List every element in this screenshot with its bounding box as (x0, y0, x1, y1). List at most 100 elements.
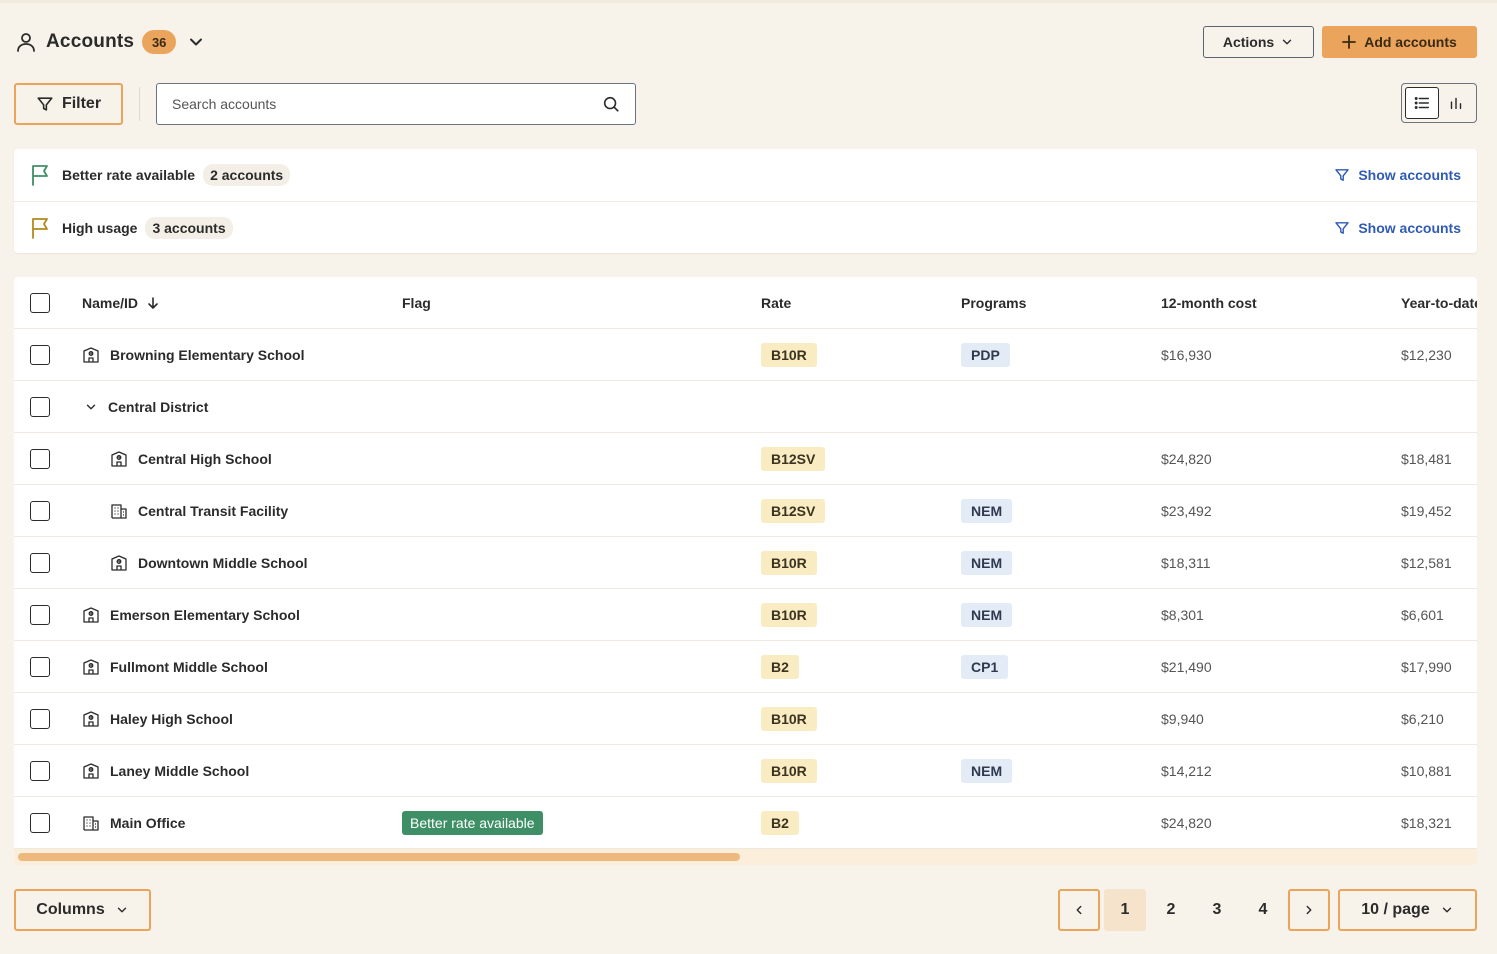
filter-label: Filter (61, 95, 102, 112)
name-cell[interactable]: Fullmont Middle School (82, 641, 268, 693)
cost-year-to-date: $6,601 (1401, 607, 1444, 623)
chevron-down-icon (1282, 39, 1292, 45)
name-cell[interactable]: Downtown Middle School (110, 537, 308, 589)
page-button[interactable]: 2 (1150, 889, 1192, 931)
name-cell[interactable]: Central District (82, 381, 208, 433)
cost-12-month: $24,820 (1161, 451, 1212, 467)
search-icon[interactable] (602, 95, 620, 113)
horizontal-scrollbar[interactable] (14, 849, 1477, 865)
rate-badge: B12SV (761, 447, 826, 471)
top-edge (0, 0, 1497, 3)
plus-icon (1342, 35, 1357, 49)
flag-row-high-usage: High usage 3 accounts Show accounts (14, 201, 1477, 253)
bar-chart-icon (1450, 97, 1462, 110)
row-checkbox[interactable] (30, 553, 50, 573)
name-cell[interactable]: Emerson Elementary School (82, 589, 300, 641)
table-row[interactable]: Laney Middle School B10R NEM $14,212 $10,881 (14, 745, 1477, 797)
name-cell[interactable]: Central High School (110, 433, 272, 485)
search-input[interactable] (172, 96, 602, 112)
per-page-label: 10 / page (1361, 901, 1430, 918)
list-view-button[interactable] (1405, 87, 1439, 119)
table-group-row[interactable]: Central District (14, 381, 1477, 433)
chevron-down-icon[interactable] (84, 400, 98, 414)
row-checkbox[interactable] (30, 397, 50, 417)
column-header-flag[interactable]: Flag (402, 277, 431, 329)
table-row[interactable]: Fullmont Middle School B2 CP1 $21,490 $17,99… (14, 641, 1477, 693)
show-accounts-link[interactable]: Show accounts (1334, 220, 1461, 236)
column-header-name[interactable]: Name/ID (82, 277, 160, 329)
name-cell[interactable]: Laney Middle School (82, 745, 249, 797)
row-select-cell (30, 589, 50, 641)
table-row[interactable]: Downtown Middle School B10R NEM $18,311 $12,… (14, 537, 1477, 589)
select-all-checkbox[interactable] (30, 293, 50, 313)
cost-12-month: $9,940 (1161, 711, 1204, 727)
account-name: Downtown Middle School (138, 555, 308, 571)
cost-12-month: $14,212 (1161, 763, 1212, 779)
filter-button[interactable]: Filter (14, 83, 123, 125)
school-icon (82, 710, 100, 728)
table-row[interactable]: Central High School B12SV $24,820 $18,481 (14, 433, 1477, 485)
column-header-programs[interactable]: Programs (961, 277, 1026, 329)
rate-cell: B2 (761, 797, 799, 849)
row-checkbox[interactable] (30, 813, 50, 833)
school-icon (82, 762, 100, 780)
column-header-year-to-date[interactable]: Year-to-date (1401, 277, 1477, 329)
search-box (156, 83, 636, 125)
cost-year-to-date: $12,230 (1401, 347, 1452, 363)
table-row[interactable]: Central Transit Facility B12SV NEM $23,492 $… (14, 485, 1477, 537)
page-button[interactable]: 1 (1104, 889, 1146, 931)
name-cell[interactable]: Central Transit Facility (110, 485, 288, 537)
row-checkbox[interactable] (30, 449, 50, 469)
row-checkbox[interactable] (30, 345, 50, 365)
column-header-rate[interactable]: Rate (761, 277, 791, 329)
row-checkbox[interactable] (30, 657, 50, 677)
cost-12-month: $21,490 (1161, 659, 1212, 675)
row-checkbox[interactable] (30, 709, 50, 729)
table-row[interactable]: Emerson Elementary School B10R NEM $8,301 $6… (14, 589, 1477, 641)
show-accounts-label: Show accounts (1358, 219, 1461, 236)
account-name: Main Office (110, 815, 186, 831)
per-page-select[interactable]: 10 / page (1338, 889, 1477, 931)
row-checkbox[interactable] (30, 501, 50, 521)
scrollbar-thumb[interactable] (18, 853, 740, 861)
name-cell[interactable]: Haley High School (82, 693, 233, 745)
programs-cell: NEM (961, 589, 1013, 641)
next-page-button[interactable] (1288, 889, 1330, 931)
show-accounts-link[interactable]: Show accounts (1334, 167, 1461, 183)
row-select-cell (30, 797, 50, 849)
cost-year-to-date: $12,581 (1401, 555, 1452, 571)
programs-cell: PDP (961, 329, 1010, 381)
row-select-cell (30, 641, 50, 693)
row-checkbox[interactable] (30, 761, 50, 781)
user-icon (17, 33, 35, 52)
actions-button-label: Actions (1222, 34, 1275, 50)
filter-icon (1335, 169, 1350, 181)
actions-button[interactable]: Actions (1203, 26, 1314, 58)
flag-row-better-rate: Better rate available 2 accounts Show ac… (14, 149, 1477, 201)
table-row[interactable]: Haley High School B10R $9,940 $6,210 (14, 693, 1477, 745)
rate-badge: B2 (761, 655, 799, 679)
rate-cell: B10R (761, 329, 817, 381)
table-row[interactable]: Main Office Better rate available B2 $24,82… (14, 797, 1477, 849)
name-cell[interactable]: Main Office (82, 797, 185, 849)
flag-badge: Better rate available (402, 811, 543, 835)
cost-year-to-date: $19,452 (1401, 503, 1452, 519)
table-row[interactable]: Browning Elementary School B10R PDP $16,930… (14, 329, 1477, 381)
add-accounts-label: Add accounts (1364, 34, 1457, 50)
page-header: Accounts 36 Actions Add accounts (14, 26, 1477, 58)
page-button[interactable]: 4 (1242, 889, 1284, 931)
program-badge: PDP (961, 343, 1010, 367)
chart-view-button[interactable] (1439, 87, 1473, 119)
previous-page-button[interactable] (1058, 889, 1100, 931)
column-header-12-month-cost[interactable]: 12-month cost (1161, 277, 1257, 329)
name-cell[interactable]: Browning Elementary School (82, 329, 304, 381)
page-button[interactable]: 3 (1196, 889, 1238, 931)
cost-year-to-date: $10,881 (1401, 763, 1452, 779)
table-header-row: Name/ID Flag Rate Programs 12-month cost… (14, 277, 1477, 329)
chevron-down-icon[interactable] (186, 32, 206, 52)
add-accounts-button[interactable]: Add accounts (1322, 26, 1477, 58)
row-checkbox[interactable] (30, 605, 50, 625)
rate-cell: B12SV (761, 485, 826, 537)
columns-button[interactable]: Columns (14, 889, 151, 931)
show-accounts-label: Show accounts (1358, 167, 1461, 183)
